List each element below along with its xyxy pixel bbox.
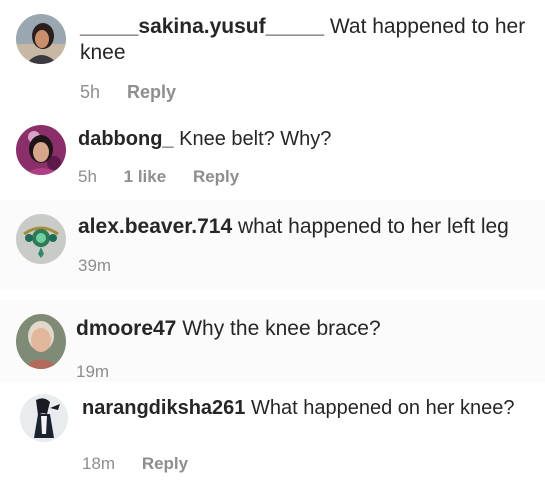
avatar[interactable]	[16, 125, 66, 175]
comment-item: narangdiksha261 What happened on her kne…	[0, 382, 545, 491]
comment-body: dabbong_ Knee belt? Why?	[78, 127, 331, 152]
reply-button[interactable]: Reply	[193, 167, 239, 187]
username-link[interactable]: _____sakina.yusuf_____	[80, 15, 324, 38]
profile-photo-icon	[20, 394, 68, 442]
comment-meta: 5h Reply	[80, 82, 176, 103]
comment-item: _____sakina.yusuf_____ Wat happened to h…	[0, 0, 545, 115]
username-link[interactable]: dabbong_	[78, 128, 174, 150]
comment-text: Knee belt? Why?	[179, 128, 332, 150]
reply-button[interactable]: Reply	[142, 454, 188, 474]
profile-photo-icon	[16, 214, 66, 264]
like-count[interactable]: 1 like	[124, 167, 167, 187]
comment-item: dmoore47 Why the knee brace? 19m	[0, 300, 545, 382]
profile-photo-icon	[16, 14, 66, 64]
timestamp: 5h	[80, 82, 101, 102]
comment-text: Why the knee brace?	[182, 317, 381, 340]
comment-meta: 19m	[76, 362, 109, 382]
comment-text: What happened on her knee?	[250, 397, 515, 419]
comment-meta: 18m Reply	[82, 454, 188, 474]
avatar[interactable]	[20, 394, 68, 442]
timestamp: 19m	[76, 362, 110, 381]
timestamp: 5h	[78, 167, 97, 186]
timestamp: 18m	[82, 454, 116, 473]
comment-body: narangdiksha261 What happened on her kne…	[82, 396, 522, 421]
comment-item: dabbong_ Knee belt? Why? 5h 1 like Reply	[0, 115, 545, 200]
comment-body: _____sakina.yusuf_____ Wat happened to h…	[80, 14, 535, 67]
avatar[interactable]	[16, 214, 66, 264]
username-link[interactable]: dmoore47	[76, 317, 176, 340]
timestamp: 39m	[78, 256, 112, 275]
comment-meta: 39m	[78, 256, 111, 276]
comment-meta: 5h 1 like Reply	[78, 167, 239, 187]
comment-text: what happened to her left leg	[237, 215, 509, 238]
avatar[interactable]	[16, 14, 66, 64]
reply-button[interactable]: Reply	[127, 82, 176, 103]
avatar[interactable]	[16, 314, 66, 369]
profile-photo-icon	[16, 125, 66, 175]
profile-photo-icon	[16, 314, 66, 369]
comment-body: dmoore47 Why the knee brace?	[76, 316, 381, 342]
username-link[interactable]: narangdiksha261	[82, 397, 245, 419]
username-link[interactable]: alex.beaver.714	[78, 215, 232, 238]
comment-item: alex.beaver.714 what happened to her lef…	[0, 200, 545, 290]
comment-body: alex.beaver.714 what happened to her lef…	[78, 214, 509, 240]
